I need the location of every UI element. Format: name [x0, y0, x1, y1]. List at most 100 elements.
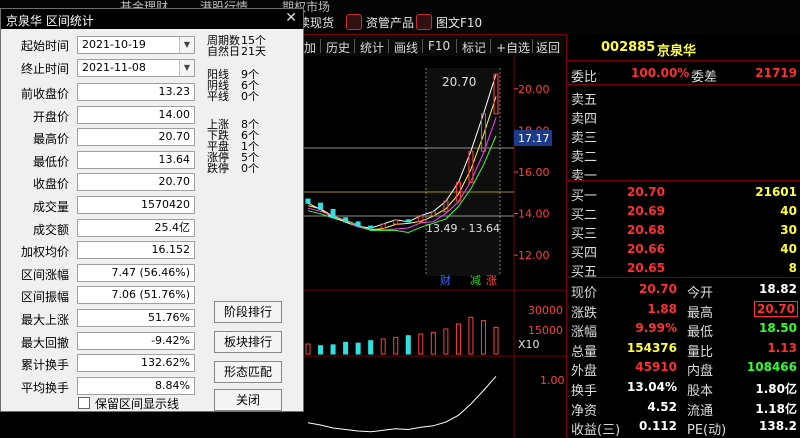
field-label: 区间涨幅: [20, 267, 69, 282]
field-value: 13.23: [77, 83, 195, 101]
quote-stat-value: 20.70: [639, 282, 677, 296]
volume-tick: 30000: [528, 304, 563, 317]
stage-rank-button[interactable]: 阶段排行: [214, 301, 282, 323]
menu-asset-mgmt[interactable]: 资管产品: [346, 14, 414, 31]
bid-volume: 30: [780, 223, 797, 237]
price-tick: 20.00: [518, 83, 550, 96]
candle[interactable]: [318, 202, 324, 210]
bid-price: 20.69: [627, 204, 665, 218]
keep-range-line-checkbox[interactable]: [78, 397, 90, 409]
field-value: 1570420: [77, 196, 195, 214]
field-value: 51.76%: [77, 309, 195, 327]
stat-label: 跌停: [207, 162, 229, 175]
close-button[interactable]: 关闭: [214, 389, 282, 411]
candle[interactable]: [355, 221, 361, 227]
bid-price: 20.68: [627, 223, 665, 237]
menu-f10-label: 图文F10: [436, 16, 483, 30]
field-label: 最大上涨: [20, 313, 69, 327]
candle[interactable]: [405, 219, 411, 223]
event-label-finance[interactable]: 财: [440, 273, 451, 287]
high-price-label: 20.70: [442, 75, 476, 89]
divider: [490, 39, 491, 53]
bid-price: 20.70: [627, 185, 665, 199]
quote-stat-value: 1.80亿: [755, 382, 797, 396]
price-tick: 16.00: [518, 166, 550, 179]
divider: [567, 84, 800, 85]
kline-chart[interactable]: 20.0018.0016.0014.0012.00 17.17 20.70 13…: [300, 56, 566, 438]
field-value: 7.47 (56.46%): [77, 263, 195, 282]
divider: [354, 39, 355, 53]
pattern-match-button[interactable]: 形态匹配: [214, 361, 282, 383]
divider: [422, 39, 423, 53]
volume-bar: [368, 340, 374, 355]
field-label: 前收盘价: [20, 87, 69, 101]
tool-mark[interactable]: 标记: [462, 39, 486, 56]
divider: [456, 39, 457, 53]
quote-stat-value: 20.70: [754, 300, 798, 317]
quote-stat-value: 0.112: [639, 419, 677, 434]
end-date-value: 2021-11-08: [82, 61, 146, 74]
field-value: 20.70: [77, 128, 195, 147]
quote-stat-value: 1.88: [647, 301, 677, 316]
bid-volume: 40: [780, 204, 797, 218]
weibi-row: 委比 100.00% 委差 21719: [571, 63, 799, 85]
dropdown-arrow-icon[interactable]: ▼: [179, 37, 194, 53]
weicha-label: 委差: [691, 70, 718, 85]
field-value: 132.62%: [77, 354, 195, 373]
event-label-reduce[interactable]: 减: [470, 274, 481, 287]
quote-stat-value: 18.50: [759, 321, 797, 336]
quote-stat-value: 154376: [626, 340, 677, 355]
field-label: 成交额: [32, 222, 69, 237]
divider: [567, 60, 800, 61]
stat-row: 自然日21天: [207, 46, 266, 57]
field-value: 16.152: [77, 241, 195, 260]
field-value: 8.84%: [77, 376, 195, 395]
candle[interactable]: [330, 208, 336, 219]
indicator-tick: 1.00: [540, 374, 565, 387]
bid-volume: 21601: [755, 185, 797, 199]
stat-value: 21天: [241, 45, 266, 58]
sector-rank-button[interactable]: 板块排行: [214, 331, 282, 353]
stock-code: 002885: [601, 40, 656, 55]
tool-watchlist[interactable]: +自选: [496, 39, 530, 56]
start-date-picker[interactable]: 2021-10-19 ▼: [77, 36, 195, 54]
quote-stat-value: 108466: [746, 360, 797, 375]
keep-range-line-label: 保留区间显示线: [95, 397, 180, 411]
bid-volume: 40: [780, 242, 797, 256]
stock-name: 京泉华: [657, 44, 697, 59]
tool-stats[interactable]: 统计: [360, 39, 384, 56]
tool-draw[interactable]: 画线: [394, 39, 418, 56]
current-price-label: 17.17: [518, 132, 550, 145]
end-date-picker[interactable]: 2021-11-08 ▼: [77, 59, 195, 77]
event-label-limitup[interactable]: 涨: [486, 274, 497, 287]
volume-bar: [355, 342, 361, 355]
tool-back[interactable]: 返回: [536, 39, 560, 56]
divider: [567, 277, 800, 278]
bid-price: 20.66: [627, 242, 665, 256]
quote-stat-value: 1.18亿: [755, 401, 797, 416]
tool-history[interactable]: 历史: [326, 39, 350, 56]
close-icon[interactable]: ✕: [285, 10, 297, 26]
field-value: -9.42%: [77, 331, 195, 350]
field-value: 14.00: [77, 105, 195, 124]
menu-f10[interactable]: 图文F10: [416, 14, 482, 31]
tool-add[interactable]: 加: [304, 39, 316, 56]
tool-f10[interactable]: F10: [428, 39, 450, 53]
field-value: 13.64: [77, 150, 195, 169]
chart-toolbar: 加 历史 统计 画线 F10 标记 +自选 返回: [300, 36, 564, 57]
price-tick: 12.00: [518, 249, 550, 262]
stat-value: 0个: [241, 90, 259, 103]
candle[interactable]: [305, 198, 311, 204]
dialog-titlebar[interactable]: 京泉华 区间统计 ✕: [1, 9, 303, 29]
field-label: 最低价: [32, 154, 69, 169]
field-value: 25.4亿: [77, 218, 195, 237]
quote-stat-value: 9.99%: [635, 321, 677, 336]
field-label: 区间振幅: [20, 290, 69, 305]
dropdown-arrow-icon[interactable]: ▼: [179, 60, 194, 76]
field-label: 平均换手: [20, 380, 69, 395]
candle[interactable]: [343, 217, 349, 223]
candle[interactable]: [368, 225, 374, 229]
field-label: 成交量: [32, 200, 69, 214]
quote-stat-label: 收益(三): [571, 423, 621, 438]
stat-label: 自然日: [207, 45, 240, 58]
